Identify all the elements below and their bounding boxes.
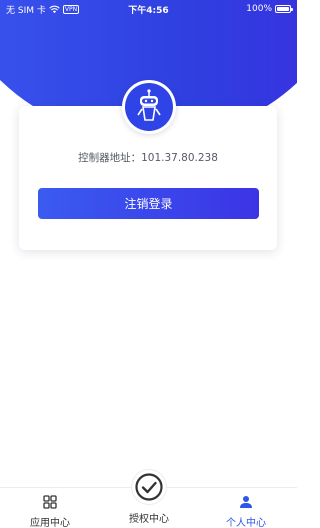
battery-icon — [275, 5, 293, 13]
grid-icon — [42, 494, 58, 509]
logout-button[interactable]: 注销登录 — [38, 188, 259, 219]
tab-personal-center[interactable]: 个人中心 — [216, 488, 276, 528]
status-bar: 无 SIM 卡 VPN 下午4:56 100% — [0, 0, 297, 18]
battery-percent: 100% — [246, 4, 272, 14]
status-time: 下午4:56 — [128, 5, 169, 16]
controller-address: 101.37.80.238 — [141, 152, 218, 164]
tab-label: 应用中心 — [30, 518, 70, 528]
avatar — [122, 80, 176, 134]
person-icon — [238, 494, 254, 509]
robot-icon — [125, 83, 173, 131]
wifi-icon — [49, 5, 60, 13]
controller-label: 控制器地址： — [78, 152, 142, 164]
tab-label: 授权中心 — [129, 514, 169, 525]
tab-app-center[interactable]: 应用中心 — [20, 488, 80, 528]
screen: 无 SIM 卡 VPN 下午4:56 100% 控制器地址：101.37.80.… — [0, 0, 297, 528]
tab-label: 个人中心 — [226, 518, 266, 528]
carrier-text: 无 SIM 卡 — [6, 5, 46, 16]
vpn-badge: VPN — [62, 4, 80, 14]
controller-address-line: 控制器地址：101.37.80.238 — [19, 150, 277, 165]
check-circle-icon[interactable] — [132, 470, 166, 504]
